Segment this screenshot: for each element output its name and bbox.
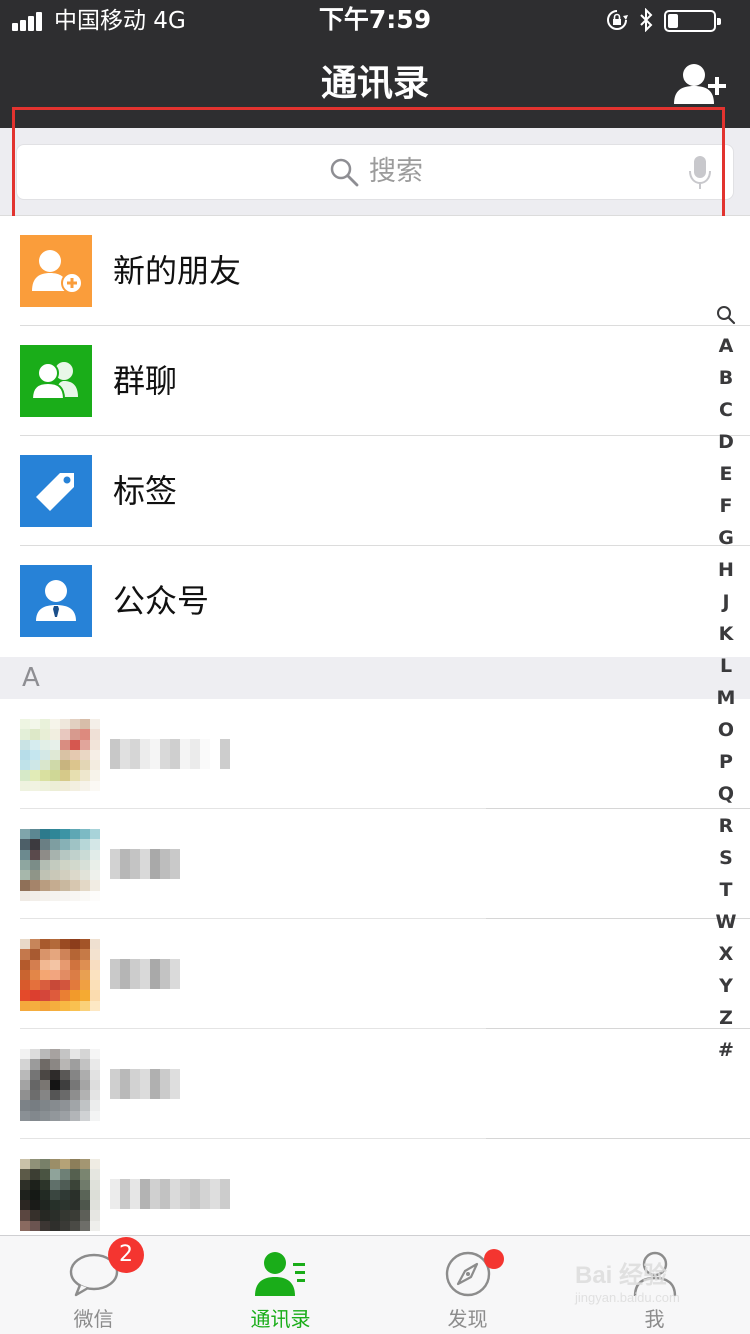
tab-label: 发现 [447,1307,488,1331]
index-letter[interactable]: J [708,586,744,618]
index-letter[interactable]: L [708,650,744,682]
tab-label: 通讯录 [250,1307,311,1331]
contact-row[interactable] [0,809,750,919]
index-letter[interactable]: A [708,330,744,362]
index-letter[interactable]: B [708,362,744,394]
list-item-new-friends[interactable]: 新的朋友 [0,216,750,326]
index-letter[interactable]: M [708,682,744,714]
tab-label: 微信 [73,1307,114,1331]
page-title: 通讯录 [320,63,429,104]
official-account-icon [20,565,92,637]
index-letter[interactable]: Y [708,970,744,1002]
search-highlight-frame [12,107,725,230]
contact-name-blurred [110,739,230,769]
avatar [20,719,100,791]
new-content-dot [484,1249,504,1269]
contact-name-blurred [110,1179,230,1209]
status-bar: 中国移动 4G 下午7:59 [0,0,750,40]
index-letter[interactable]: K [708,618,744,650]
contact-row[interactable] [0,1029,750,1139]
group-chat-icon [20,345,92,417]
baidu-jingyan-watermark: Bai 经验 jingyan.baidu.com [575,1262,715,1322]
alphabet-index-bar[interactable]: A B C D E F G H J K L M O P Q R S T W X … [708,300,744,1066]
group-chats-label: 群聊 [113,362,178,400]
index-letter[interactable]: R [708,810,744,842]
watermark-sub: jingyan.baidu.com [575,1290,680,1305]
section-header-a: A [0,657,750,699]
index-letter[interactable]: T [708,874,744,906]
tag-icon [20,455,92,527]
index-letter[interactable]: # [708,1034,744,1066]
tab-chats[interactable]: 2 微信 [0,1236,187,1334]
new-friends-label: 新的朋友 [113,252,242,290]
tab-discover[interactable]: 发现 [374,1236,561,1334]
list-item-tags[interactable]: 标签 [0,436,750,546]
contact-name-blurred [110,959,180,989]
index-letter[interactable]: O [708,714,744,746]
avatar [20,1049,100,1121]
index-letter[interactable]: H [708,554,744,586]
battery-icon [664,10,721,32]
index-letter[interactable]: P [708,746,744,778]
bluetooth-icon [640,8,653,32]
index-letter[interactable]: S [708,842,744,874]
watermark-main: Bai 经验 [575,1262,668,1289]
list-item-official-accounts[interactable]: 公众号 [0,546,750,656]
index-letter[interactable]: C [708,394,744,426]
tab-contacts[interactable]: 通讯录 [187,1236,374,1334]
official-accounts-label: 公众号 [113,582,210,620]
contact-row[interactable] [0,1139,750,1235]
avatar [20,829,100,901]
contact-row[interactable] [0,699,750,809]
index-letter[interactable]: E [708,458,744,490]
index-search-icon[interactable] [708,300,744,330]
index-letter[interactable]: D [708,426,744,458]
avatar [20,939,100,1011]
index-letter[interactable]: Q [708,778,744,810]
unread-badge: 2 [108,1237,144,1273]
list-item-group-chats[interactable]: 群聊 [0,326,750,436]
status-icons [606,8,736,32]
tags-label: 标签 [113,472,178,510]
index-letter[interactable]: Z [708,1002,744,1034]
section-letter: A [22,663,40,693]
new-friend-icon [20,235,92,307]
avatar [20,1159,100,1231]
contacts-icon [254,1252,305,1296]
index-letter[interactable]: X [708,938,744,970]
index-letter[interactable]: F [708,490,744,522]
rotation-lock-icon [607,10,628,30]
contact-name-blurred [110,1069,180,1099]
contact-name-blurred [110,849,180,879]
add-contact-icon[interactable] [674,62,728,106]
index-letter[interactable]: W [708,906,744,938]
index-letter[interactable]: G [708,522,744,554]
contact-row[interactable] [0,919,750,1029]
